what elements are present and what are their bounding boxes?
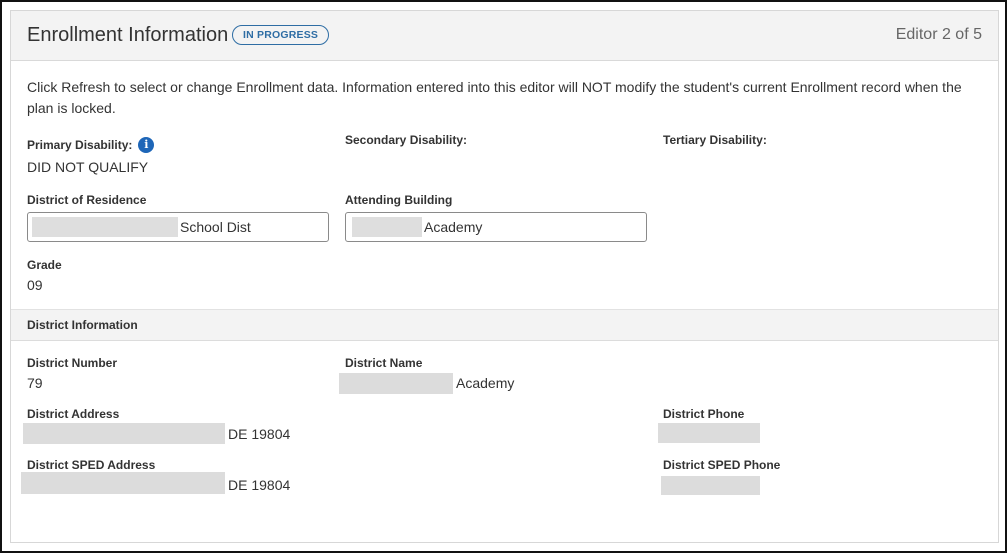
- district-sped-address-label: District SPED Address: [27, 458, 156, 472]
- instruction-text: Click Refresh to select or change Enroll…: [27, 79, 962, 116]
- redacted-text: [32, 217, 178, 237]
- redacted-phone: [661, 476, 760, 495]
- info-icon[interactable]: i: [138, 136, 155, 153]
- enrollment-editor-panel: Enrollment Information IN PROGRESS Edito…: [10, 10, 999, 543]
- redacted-text: [23, 423, 225, 444]
- district-phone-label: District Phone: [663, 407, 745, 421]
- editor-count: Editor 2 of 5: [895, 26, 982, 43]
- window-frame: Enrollment Information IN PROGRESS Edito…: [0, 0, 1007, 553]
- district-sped-phone-label: District SPED Phone: [663, 458, 781, 472]
- primary-disability-block: Primary Disability: i: [27, 136, 155, 154]
- district-name-value: Academy: [456, 375, 515, 391]
- editor-header: Enrollment Information IN PROGRESS Edito…: [11, 11, 998, 61]
- district-name-label: District Name: [345, 356, 423, 370]
- district-information-title: District Information: [27, 318, 138, 332]
- district-residence-value: School Dist: [180, 219, 251, 235]
- district-address-value: DE 19804: [228, 426, 291, 442]
- grade-value: 09: [27, 277, 43, 293]
- district-residence-label: District of Residence: [27, 193, 147, 207]
- attending-building-label: Attending Building: [345, 193, 453, 207]
- district-sped-address-value: DE 19804: [228, 477, 291, 493]
- attending-building-field[interactable]: Academy: [345, 212, 647, 242]
- redacted-text: [21, 472, 225, 494]
- grade-label: Grade: [27, 258, 62, 272]
- secondary-disability-label: Secondary Disability:: [345, 133, 468, 147]
- district-address-label: District Address: [27, 407, 120, 421]
- redacted-text: [352, 217, 422, 237]
- tertiary-disability-label: Tertiary Disability:: [663, 133, 767, 147]
- district-information-header: District Information: [11, 309, 998, 341]
- attending-building-value: Academy: [424, 219, 483, 235]
- page-title: Enrollment Information: [27, 24, 229, 46]
- status-badge: IN PROGRESS: [232, 25, 330, 45]
- district-residence-field[interactable]: School Dist: [27, 212, 329, 242]
- primary-disability-value: DID NOT QUALIFY: [27, 159, 149, 175]
- district-number-value: 79: [27, 375, 43, 391]
- district-number-label: District Number: [27, 356, 118, 370]
- redacted-text: [339, 373, 453, 394]
- primary-disability-label: Primary Disability:: [27, 138, 133, 152]
- redacted-phone: [658, 423, 760, 443]
